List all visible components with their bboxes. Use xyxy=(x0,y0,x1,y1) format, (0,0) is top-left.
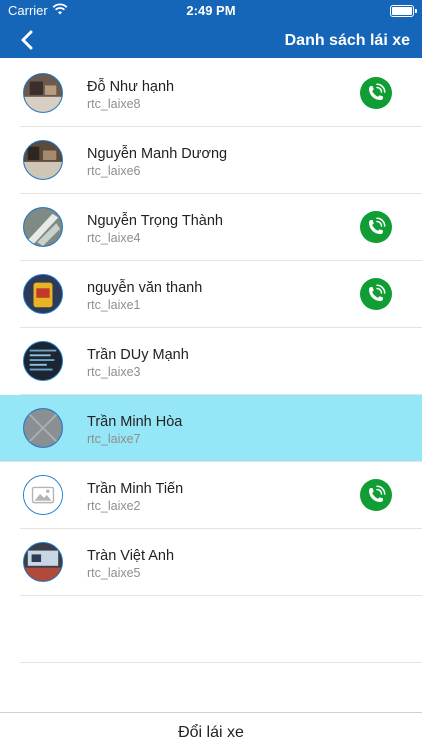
avatar xyxy=(23,140,63,180)
driver-name: nguyễn văn thanh xyxy=(87,280,203,296)
driver-name: Trần DUy Mạnh xyxy=(87,347,189,363)
driver-name: Trần Minh Tiến xyxy=(87,481,184,497)
empty-list-row xyxy=(20,596,422,663)
battery-icon xyxy=(390,5,417,17)
phone-call-icon[interactable] xyxy=(360,211,392,243)
driver-name: Tràn Việt Anh xyxy=(87,548,175,564)
chevron-left-icon[interactable] xyxy=(14,26,42,54)
driver-list: Đỗ Như hạnh rtc_laixe8 Nguyễn Manh Dương… xyxy=(0,60,422,663)
avatar xyxy=(23,408,63,448)
navigation-bar: Carrier 2:49 PM Danh sách lái xe xyxy=(0,0,422,58)
driver-row[interactable]: Đỗ Như hạnh rtc_laixe8 xyxy=(20,60,422,127)
driver-row[interactable]: nguyễn văn thanh rtc_laixe1 xyxy=(20,261,422,328)
avatar xyxy=(23,542,63,582)
driver-username: rtc_laixe6 xyxy=(87,164,141,178)
avatar xyxy=(23,73,63,113)
driver-username: rtc_laixe8 xyxy=(87,97,141,111)
status-bar: Carrier 2:49 PM xyxy=(0,0,422,22)
avatar xyxy=(23,475,63,515)
driver-name: Nguyễn Trọng Thành xyxy=(87,213,223,229)
driver-name: Trần Minh Hòa xyxy=(87,414,183,430)
driver-username: rtc_laixe5 xyxy=(87,566,141,580)
driver-row-selected[interactable]: Trần Minh Hòa rtc_laixe7 xyxy=(0,395,422,462)
avatar xyxy=(23,341,63,381)
avatar xyxy=(23,207,63,247)
change-driver-button[interactable]: Đổi lái xe xyxy=(0,712,422,750)
driver-username: rtc_laixe3 xyxy=(87,365,141,379)
change-driver-label: Đổi lái xe xyxy=(178,724,244,741)
driver-row[interactable]: Nguyễn Trọng Thành rtc_laixe4 xyxy=(20,194,422,261)
driver-username: rtc_laixe4 xyxy=(87,231,141,245)
driver-row[interactable]: Nguyễn Manh Dương rtc_laixe6 xyxy=(20,127,422,194)
driver-row[interactable]: Trần DUy Mạnh rtc_laixe3 xyxy=(20,328,422,395)
phone-call-icon[interactable] xyxy=(360,278,392,310)
driver-name: Nguyễn Manh Dương xyxy=(87,146,228,162)
image-placeholder-icon xyxy=(24,476,62,514)
page-title: Danh sách lái xe xyxy=(284,32,410,49)
phone-call-icon[interactable] xyxy=(360,479,392,511)
driver-username: rtc_laixe2 xyxy=(87,499,141,513)
clock: 2:49 PM xyxy=(186,3,236,18)
phone-call-icon[interactable] xyxy=(360,77,392,109)
driver-username: rtc_laixe7 xyxy=(87,432,141,446)
driver-username: rtc_laixe1 xyxy=(87,298,141,312)
driver-row[interactable]: Tràn Việt Anh rtc_laixe5 xyxy=(20,529,422,596)
driver-row[interactable]: Trần Minh Tiến rtc_laixe2 xyxy=(20,462,422,529)
driver-name: Đỗ Như hạnh xyxy=(87,79,175,95)
avatar xyxy=(23,274,63,314)
